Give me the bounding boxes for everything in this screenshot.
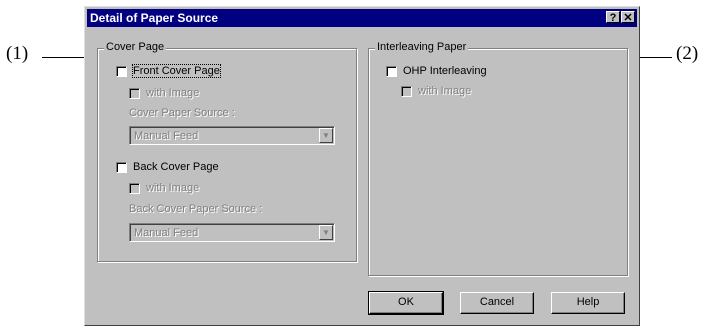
front-with-image-checkbox xyxy=(129,87,140,99)
chevron-down-icon: ▼ xyxy=(319,225,333,240)
back-cover-checkbox[interactable] xyxy=(116,161,127,173)
interleaving-group-label: Interleaving Paper xyxy=(375,41,469,53)
back-with-image-row: with Image xyxy=(129,182,199,194)
help-title-button[interactable]: ? xyxy=(606,11,620,24)
ohp-with-image-label: with Image xyxy=(418,85,472,97)
back-cover-paper-source-label: Back Cover Paper Source : xyxy=(129,203,263,215)
paper-source-dialog: Detail of Paper Source ? ✕ Cover Page Fr… xyxy=(84,6,640,326)
title-bar: Detail of Paper Source ? ✕ xyxy=(87,9,637,27)
back-cover-label[interactable]: Back Cover Page xyxy=(133,161,219,173)
front-with-image-label: with Image xyxy=(146,87,200,99)
cover-paper-source-value: Manual Feed xyxy=(134,130,199,142)
back-with-image-checkbox xyxy=(129,182,140,194)
ohp-interleaving-label[interactable]: OHP Interleaving xyxy=(403,65,487,77)
ohp-interleaving-row[interactable]: OHP Interleaving xyxy=(386,65,487,77)
window-title: Detail of Paper Source xyxy=(90,11,219,25)
cancel-button[interactable]: Cancel xyxy=(460,292,534,314)
cover-paper-source-select: Manual Feed ▼ xyxy=(129,126,335,145)
ohp-interleaving-checkbox[interactable] xyxy=(386,65,397,77)
back-with-image-label: with Image xyxy=(146,182,200,194)
close-button[interactable]: ✕ xyxy=(621,11,635,24)
back-cover-paper-source-value: Manual Feed xyxy=(134,227,199,239)
front-with-image-row: with Image xyxy=(129,87,199,99)
ohp-with-image-checkbox xyxy=(401,85,412,97)
help-button[interactable]: Help xyxy=(551,292,625,314)
front-cover-row[interactable]: Front Cover Page xyxy=(116,64,221,78)
front-cover-checkbox[interactable] xyxy=(116,65,127,77)
callout-1: (1) xyxy=(6,43,29,64)
ok-button[interactable]: OK xyxy=(368,291,444,315)
interleaving-paper-group: Interleaving Paper xyxy=(368,41,628,276)
chevron-down-icon: ▼ xyxy=(319,128,333,143)
cover-page-group-label: Cover Page xyxy=(104,41,167,53)
back-cover-paper-source-select: Manual Feed ▼ xyxy=(129,223,335,242)
back-cover-row[interactable]: Back Cover Page xyxy=(116,161,219,173)
front-cover-label[interactable]: Front Cover Page xyxy=(132,64,221,78)
cover-paper-source-label: Cover Paper Source : xyxy=(129,107,235,119)
ohp-with-image-row: with Image xyxy=(401,85,471,97)
callout-2: (2) xyxy=(676,43,699,64)
